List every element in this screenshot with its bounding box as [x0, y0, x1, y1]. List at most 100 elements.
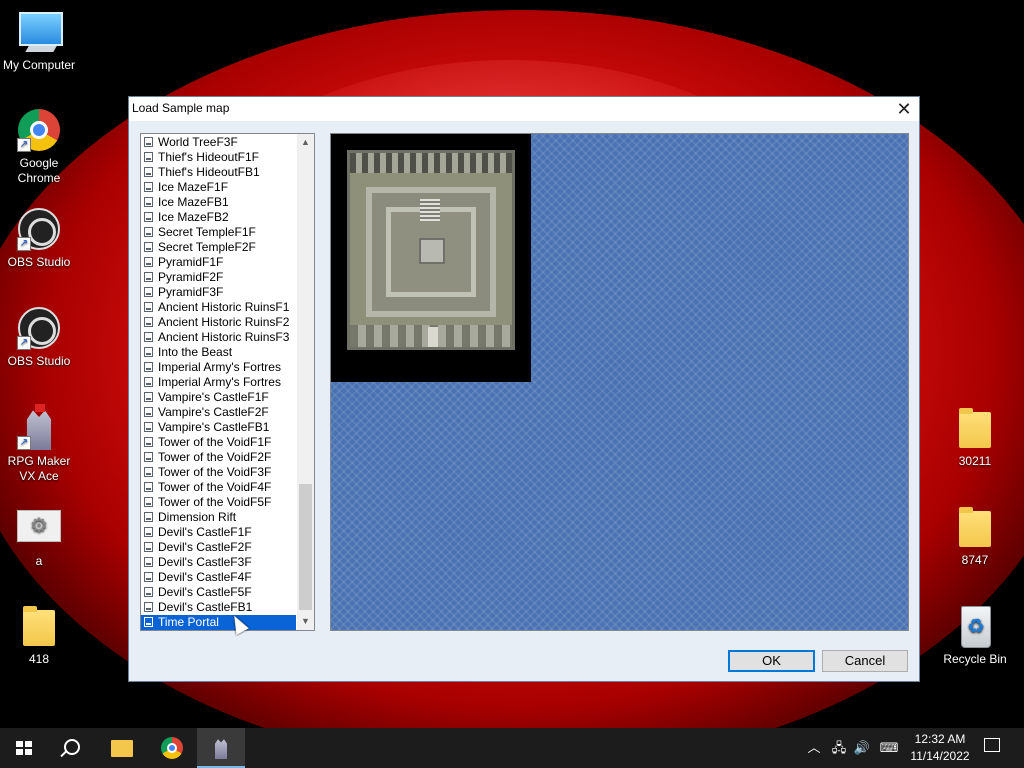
- map-list-item-label: Secret TempleF2F: [158, 240, 256, 254]
- desktop-icon-label: a: [35, 554, 43, 568]
- map-list-item[interactable]: Devil's CastleF4F: [141, 570, 296, 585]
- chrome-icon: [161, 737, 183, 759]
- desktop-icon-obs-studio-2[interactable]: ↗ OBS Studio: [0, 306, 78, 369]
- desktop-icon-obs-studio[interactable]: ↗ OBS Studio: [0, 207, 78, 270]
- map-list-item[interactable]: Ice MazeFB2: [141, 210, 296, 225]
- scroll-down-arrow-icon[interactable]: ▼: [297, 613, 314, 630]
- show-hidden-icons-chevron-icon[interactable]: ︿: [806, 728, 822, 768]
- map-list-item[interactable]: Devil's CastleF2F: [141, 540, 296, 555]
- map-list-item-label: Tower of the VoidF5F: [158, 495, 272, 509]
- desktop-icon-label: 8747: [961, 553, 989, 567]
- folder-icon: [953, 406, 997, 450]
- map-list-item-label: Ancient Historic RuinsF3: [158, 330, 290, 344]
- map-list-item[interactable]: World TreeF3F: [141, 135, 296, 150]
- map-list-item[interactable]: Ancient Historic RuinsF2: [141, 315, 296, 330]
- start-button[interactable]: [0, 728, 48, 768]
- map-preview-image: [331, 134, 531, 382]
- desktop-icon-my-computer[interactable]: My Computer: [0, 10, 78, 73]
- close-icon[interactable]: ✕: [893, 98, 915, 120]
- recycle-bin-icon: ♻: [953, 604, 997, 648]
- map-list-item[interactable]: PyramidF1F: [141, 255, 296, 270]
- scroll-up-arrow-icon[interactable]: ▲: [297, 134, 314, 151]
- map-listbox[interactable]: World TreeF3F Thief's HideoutF1F Thief's H…: [140, 133, 315, 631]
- map-file-icon: [144, 602, 153, 612]
- map-list-item[interactable]: Secret TempleF1F: [141, 225, 296, 240]
- map-list-item[interactable]: Devil's CastleFB1: [141, 600, 296, 615]
- obs-icon: ↗: [17, 207, 61, 251]
- computer-icon: [17, 10, 63, 54]
- map-list-item[interactable]: Vampire's CastleF2F: [141, 405, 296, 420]
- map-list-item-label: Thief's HideoutF1F: [158, 150, 259, 164]
- map-file-icon: [144, 197, 153, 207]
- ok-button[interactable]: OK: [728, 650, 815, 672]
- map-list-item[interactable]: Devil's CastleF1F: [141, 525, 296, 540]
- map-list-item[interactable]: Tower of the VoidF1F: [141, 435, 296, 450]
- map-list-item-label: Devil's CastleF2F: [158, 540, 252, 554]
- keyboard-icon[interactable]: ⌨: [876, 728, 902, 768]
- taskbar-chrome[interactable]: [148, 728, 196, 768]
- search-button[interactable]: [48, 728, 96, 768]
- notification-icon[interactable]: [984, 738, 1000, 752]
- list-scrollbar[interactable]: ▲ ▼: [297, 134, 314, 630]
- scrollbar-thumb[interactable]: [299, 484, 312, 610]
- map-file-icon: [144, 542, 153, 552]
- map-list-item[interactable]: Ice MazeF1F: [141, 180, 296, 195]
- map-list-item[interactable]: Thief's HideoutF1F: [141, 150, 296, 165]
- dialog-titlebar[interactable]: Load Sample map ✕: [129, 97, 919, 121]
- map-list-item-label: Vampire's CastleFB1: [158, 420, 270, 434]
- map-list-item[interactable]: Tower of the VoidF4F: [141, 480, 296, 495]
- taskbar-rpg-maker[interactable]: [197, 728, 245, 768]
- network-icon[interactable]: 🖧: [830, 728, 848, 768]
- map-list-item[interactable]: Imperial Army's Fortres: [141, 375, 296, 390]
- map-list-item[interactable]: PyramidF3F: [141, 285, 296, 300]
- map-list-item-label: Dimension Rift: [158, 510, 237, 524]
- map-list-item-label: Tower of the VoidF3F: [158, 465, 272, 479]
- map-file-icon: [144, 272, 153, 282]
- map-file-icon: [144, 212, 153, 222]
- clock-date: 11/14/2022: [910, 749, 970, 763]
- map-list-item-label: Vampire's CastleF2F: [158, 405, 269, 419]
- rpg-maker-icon: ↗: [17, 404, 61, 450]
- map-list-item-label: Ancient Historic RuinsF1: [158, 300, 290, 314]
- map-file-icon: [144, 167, 153, 177]
- map-list-item[interactable]: Ice MazeFB1: [141, 195, 296, 210]
- cancel-button[interactable]: Cancel: [822, 650, 908, 672]
- map-list: World TreeF3F Thief's HideoutF1F Thief's H…: [141, 135, 296, 630]
- desktop-icon-folder-30211[interactable]: 30211: [936, 406, 1014, 469]
- map-preview: [330, 133, 909, 631]
- map-list-item[interactable]: Imperial Army's Fortres: [141, 360, 296, 375]
- shortcut-arrow-icon: ↗: [17, 237, 31, 251]
- desktop-icon-rpg-maker[interactable]: ↗ RPG Maker VX Ace: [0, 404, 78, 484]
- map-list-item[interactable]: Into the Beast: [141, 345, 296, 360]
- map-list-item[interactable]: Secret TempleF2F: [141, 240, 296, 255]
- taskbar-file-explorer[interactable]: [98, 728, 146, 768]
- map-file-icon: [144, 437, 153, 447]
- map-list-item-label: Ice MazeF1F: [158, 180, 229, 194]
- map-list-item[interactable]: Tower of the VoidF5F: [141, 495, 296, 510]
- rpg-maker-icon: [215, 739, 227, 759]
- map-list-item[interactable]: Devil's CastleF5F: [141, 585, 296, 600]
- map-list-item[interactable]: Dimension Rift: [141, 510, 296, 525]
- map-list-item-label: Imperial Army's Fortres: [158, 375, 281, 389]
- volume-icon[interactable]: 🔊: [852, 728, 872, 768]
- map-file-icon: [144, 527, 153, 537]
- map-list-item[interactable]: PyramidF2F: [141, 270, 296, 285]
- map-list-item[interactable]: Vampire's CastleF1F: [141, 390, 296, 405]
- map-list-item[interactable]: Vampire's CastleFB1: [141, 420, 296, 435]
- desktop-icon-label: 30211: [958, 454, 992, 468]
- map-list-item[interactable]: Time Portal: [141, 615, 296, 630]
- map-list-item[interactable]: Tower of the VoidF3F: [141, 465, 296, 480]
- desktop-icon-folder-418[interactable]: 418: [0, 604, 78, 667]
- desktop-icon-recycle-bin[interactable]: ♻ Recycle Bin: [936, 604, 1014, 667]
- map-list-item[interactable]: Tower of the VoidF2F: [141, 450, 296, 465]
- map-list-item[interactable]: Ancient Historic RuinsF3: [141, 330, 296, 345]
- map-list-item[interactable]: Ancient Historic RuinsF1: [141, 300, 296, 315]
- desktop-icon-a[interactable]: ⚙ a: [0, 506, 78, 569]
- map-list-item[interactable]: Devil's CastleF3F: [141, 555, 296, 570]
- desktop-icon-label: 418: [28, 652, 50, 666]
- taskbar-clock[interactable]: 12:32 AM 11/14/2022: [902, 731, 978, 765]
- desktop-icon-google-chrome[interactable]: ↗ Google Chrome: [0, 108, 78, 186]
- map-list-item[interactable]: Thief's HideoutFB1: [141, 165, 296, 180]
- map-list-item-label: Secret TempleF1F: [158, 225, 256, 239]
- desktop-icon-folder-8747[interactable]: 8747: [936, 505, 1014, 568]
